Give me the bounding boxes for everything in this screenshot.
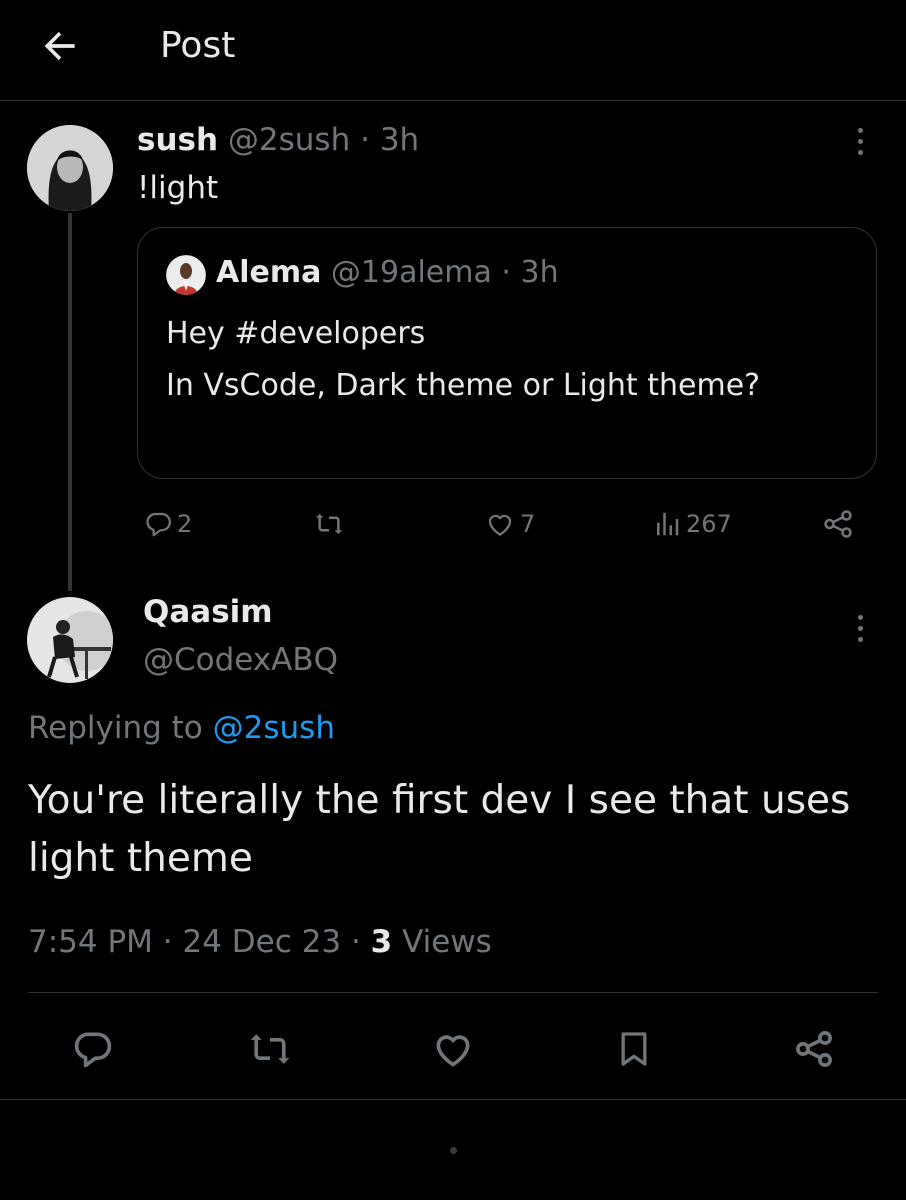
reply-action[interactable]: 2 <box>143 502 192 546</box>
author-name[interactable]: Qaasim <box>143 592 273 632</box>
views-count: 3 <box>370 924 393 960</box>
like-action[interactable]: 7 <box>484 502 535 546</box>
thread-connector <box>68 213 72 591</box>
reply-count: 2 <box>177 510 193 538</box>
quoted-post[interactable]: Alema @19alema · 3h Hey #developers In V… <box>137 227 877 479</box>
quote-author-handle: @19alema <box>330 255 492 290</box>
quote-text: Hey #developers In VsCode, Dark theme or… <box>166 316 761 403</box>
reply-icon <box>74 1032 112 1068</box>
heart-icon <box>488 514 512 536</box>
share-button[interactable] <box>789 1024 839 1074</box>
post-time[interactable]: 7:54 PM <box>28 924 153 960</box>
replying-prefix: Replying to <box>28 710 203 746</box>
reply-icon <box>146 512 171 537</box>
repost-icon <box>315 513 343 535</box>
bookmark-button[interactable] <box>609 1024 659 1074</box>
divider <box>0 1099 906 1100</box>
views-action[interactable]: 267 <box>652 502 732 546</box>
top-bar: Post <box>0 0 906 101</box>
arrow-left-icon <box>44 31 75 61</box>
views-count: 267 <box>686 510 732 538</box>
replying-to-link[interactable]: @2sush <box>213 710 335 746</box>
repost-button[interactable] <box>245 1024 295 1074</box>
bookmark-icon <box>621 1032 647 1066</box>
quote-time: 3h <box>520 255 559 290</box>
author-name[interactable]: sush <box>137 122 218 158</box>
analytics-icon <box>657 512 679 536</box>
author-handle[interactable]: @CodexABQ <box>143 640 338 680</box>
loading-indicator <box>450 1147 457 1154</box>
like-count: 7 <box>520 510 536 538</box>
post-date[interactable]: 24 Dec 23 <box>183 924 342 960</box>
repost-action[interactable] <box>312 502 346 546</box>
share-icon <box>796 1031 832 1067</box>
more-options-button[interactable] <box>850 128 870 155</box>
views-label: Views <box>402 924 492 960</box>
author-handle[interactable]: @2sush <box>228 122 350 158</box>
post-meta: 7:54 PM · 24 Dec 23 · 3 Views <box>28 924 492 960</box>
reply-button[interactable] <box>67 1024 117 1074</box>
repost-icon <box>250 1034 290 1064</box>
share-action[interactable] <box>820 502 856 546</box>
post-text: You're literally the first dev I see tha… <box>28 778 851 881</box>
post-time[interactable]: 3h <box>380 122 419 158</box>
post-header: sush @2sush · 3h <box>137 120 419 160</box>
page-title: Post <box>160 25 236 66</box>
post-text: !light <box>137 170 219 206</box>
heart-icon <box>436 1035 470 1067</box>
divider <box>28 992 878 993</box>
avatar[interactable] <box>27 125 113 211</box>
separator-dot: · <box>501 255 511 290</box>
back-button[interactable] <box>36 22 84 70</box>
quote-author-name: Alema <box>216 255 322 290</box>
share-icon <box>824 510 852 538</box>
separator-dot: · <box>360 122 370 158</box>
more-options-button[interactable] <box>850 615 870 642</box>
replying-to: Replying to @2sush <box>28 708 335 748</box>
avatar[interactable] <box>27 597 113 683</box>
quote-header: Alema @19alema · 3h <box>166 253 559 293</box>
like-button[interactable] <box>428 1024 478 1074</box>
